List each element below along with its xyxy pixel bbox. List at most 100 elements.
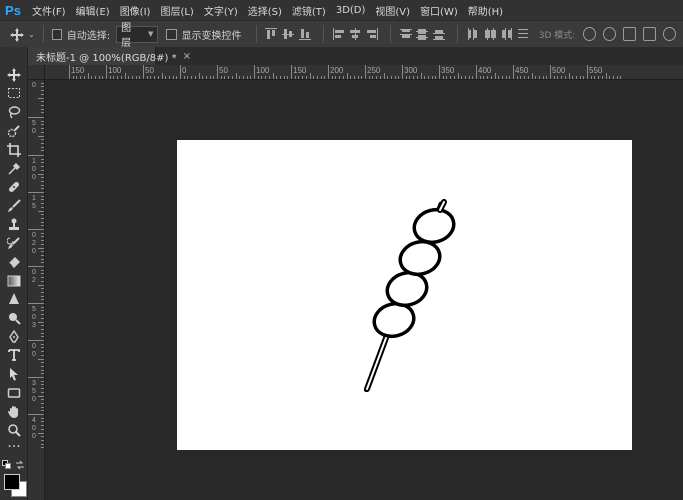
lasso-tool-icon[interactable] bbox=[5, 104, 23, 120]
ruler-minor-tick bbox=[41, 380, 44, 382]
menu-window[interactable]: 窗口(W) bbox=[420, 3, 458, 18]
ruler-minor-tick bbox=[41, 177, 44, 179]
ruler-minor-tick bbox=[124, 73, 126, 79]
more-tools-icon[interactable]: ··· bbox=[0, 440, 28, 454]
show-transform-checkbox[interactable] bbox=[166, 28, 177, 40]
auto-select-checkbox[interactable] bbox=[51, 28, 62, 40]
zoom-tool-icon[interactable] bbox=[5, 422, 23, 438]
history-brush-tool-icon[interactable] bbox=[5, 235, 23, 251]
ruler-minor-tick bbox=[41, 162, 44, 164]
blur-tool-icon[interactable] bbox=[5, 291, 23, 307]
ruler-major-tick bbox=[402, 65, 403, 79]
eraser-tool-icon[interactable] bbox=[5, 254, 23, 270]
close-icon[interactable]: × bbox=[183, 51, 191, 62]
horizontal-ruler[interactable]: 150 100 50 0 50 100 150 200 250 300 350 400 450 500 55… bbox=[44, 65, 683, 80]
orbit-3d-icon[interactable] bbox=[583, 27, 597, 41]
healing-brush-tool-icon[interactable] bbox=[5, 179, 23, 195]
marquee-tool-icon[interactable] bbox=[5, 85, 23, 101]
align-bottom-icon[interactable] bbox=[298, 27, 311, 41]
ruler-minor-tick bbox=[41, 439, 44, 441]
clone-stamp-tool-icon[interactable] bbox=[5, 217, 23, 233]
menu-type[interactable]: 文字(Y) bbox=[204, 3, 238, 18]
ruler-minor-tick bbox=[379, 76, 381, 79]
crop-tool-icon[interactable] bbox=[5, 142, 23, 158]
show-transform-label: 显示变换控件 bbox=[181, 30, 242, 42]
ruler-minor-tick bbox=[41, 384, 44, 386]
ruler-minor-tick bbox=[420, 73, 422, 79]
menu-file[interactable]: 文件(F) bbox=[32, 3, 66, 18]
ruler-minor-tick bbox=[376, 76, 378, 79]
dodge-tool-icon[interactable] bbox=[5, 310, 23, 326]
distribute-horizontal-center-icon[interactable] bbox=[483, 27, 496, 41]
quick-select-tool-icon[interactable] bbox=[5, 123, 23, 139]
ruler-minor-tick bbox=[231, 76, 233, 79]
swap-colors-icon[interactable] bbox=[15, 460, 25, 470]
ruler-major-tick bbox=[180, 65, 181, 79]
menu-view[interactable]: 视图(V) bbox=[375, 3, 410, 18]
ruler-minor-tick bbox=[41, 428, 44, 430]
ruler-minor-tick bbox=[150, 76, 152, 79]
align-vertical-center-icon[interactable] bbox=[281, 27, 295, 41]
ruler-label: 100 bbox=[256, 66, 270, 75]
ruler-minor-tick bbox=[128, 76, 130, 79]
ruler-minor-tick bbox=[38, 173, 44, 175]
brush-tool-icon[interactable] bbox=[5, 198, 23, 214]
ruler-minor-tick bbox=[41, 336, 44, 338]
distribute-top-icon[interactable] bbox=[399, 27, 412, 41]
auto-align-icon[interactable] bbox=[516, 27, 529, 41]
move-tool-preset-icon[interactable] bbox=[10, 27, 24, 42]
ruler-minor-tick bbox=[194, 76, 196, 79]
ruler-label: 0 bbox=[32, 433, 36, 440]
ruler-minor-tick bbox=[41, 225, 44, 227]
align-right-icon[interactable] bbox=[365, 27, 379, 41]
chevron-down-icon[interactable]: ⌄ bbox=[28, 30, 35, 39]
distribute-left-icon[interactable] bbox=[466, 27, 479, 41]
gradient-tool-icon[interactable] bbox=[5, 273, 23, 289]
eyedropper-tool-icon[interactable] bbox=[5, 161, 23, 177]
distribute-vertical-center-icon[interactable] bbox=[415, 27, 429, 41]
document-tab-bar: 未标题-1 @ 100%(RGB/8#) * × bbox=[28, 47, 683, 65]
pen-tool-icon[interactable] bbox=[5, 329, 23, 345]
ruler-minor-tick bbox=[220, 76, 222, 79]
rectangle-tool-icon[interactable] bbox=[5, 385, 23, 401]
auto-select-dropdown[interactable]: 图层 ▼ bbox=[116, 23, 159, 49]
ruler-minor-tick bbox=[41, 273, 44, 275]
slide-3d-icon[interactable] bbox=[643, 27, 656, 41]
distribute-bottom-icon[interactable] bbox=[432, 27, 446, 41]
roll-3d-icon[interactable] bbox=[603, 27, 617, 41]
move-tool-icon[interactable] bbox=[5, 67, 23, 83]
menu-layer[interactable]: 图层(L) bbox=[160, 3, 193, 18]
menu-help[interactable]: 帮助(H) bbox=[468, 3, 503, 18]
menu-edit[interactable]: 编辑(E) bbox=[76, 3, 110, 18]
ruler-minor-tick bbox=[368, 76, 370, 79]
document-tab[interactable]: 未标题-1 @ 100%(RGB/8#) * × bbox=[28, 47, 191, 65]
ruler-minor-tick bbox=[427, 76, 429, 79]
type-tool-icon[interactable] bbox=[5, 347, 23, 363]
document-canvas[interactable] bbox=[177, 140, 632, 450]
ruler-minor-tick bbox=[41, 146, 44, 148]
path-select-tool-icon[interactable] bbox=[5, 366, 23, 382]
ruler-minor-tick bbox=[41, 406, 44, 408]
ruler-minor-tick bbox=[353, 76, 355, 79]
ruler-minor-tick bbox=[213, 76, 215, 79]
pan-3d-icon[interactable] bbox=[623, 27, 637, 41]
menu-filter[interactable]: 滤镜(T) bbox=[292, 3, 326, 18]
ruler-minor-tick bbox=[41, 262, 44, 264]
ruler-minor-tick bbox=[41, 232, 44, 234]
menu-select[interactable]: 选择(S) bbox=[248, 3, 282, 18]
align-horizontal-center-icon[interactable] bbox=[348, 27, 361, 41]
align-top-icon[interactable] bbox=[264, 27, 278, 41]
foreground-color-swatch[interactable] bbox=[4, 474, 20, 490]
ruler-origin[interactable] bbox=[28, 65, 45, 80]
hand-tool-icon[interactable] bbox=[5, 404, 23, 420]
menu-image[interactable]: 图像(I) bbox=[120, 3, 151, 18]
default-colors-icon[interactable] bbox=[2, 460, 14, 470]
distribute-right-icon[interactable] bbox=[499, 27, 513, 41]
ruler-label: 0 bbox=[32, 314, 36, 321]
ruler-minor-tick bbox=[41, 184, 44, 186]
align-left-icon[interactable] bbox=[332, 27, 345, 41]
menu-3d[interactable]: 3D(D) bbox=[336, 5, 366, 16]
ruler-minor-tick bbox=[416, 76, 418, 79]
vertical-ruler[interactable]: 050100150200250300350400 bbox=[28, 65, 45, 500]
scale-3d-icon[interactable] bbox=[662, 27, 676, 41]
